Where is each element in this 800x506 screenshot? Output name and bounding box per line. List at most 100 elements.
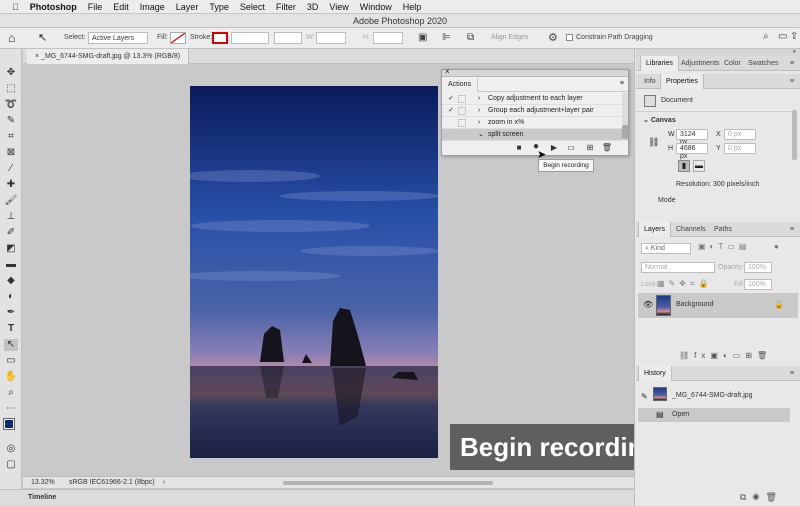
menu-select[interactable]: Select [240, 2, 265, 12]
stroke-type-dropdown[interactable] [274, 32, 302, 44]
search-icon[interactable]: ⌕ [763, 31, 769, 42]
canvas-width-field[interactable]: 3124 px [676, 129, 708, 146]
stop-icon[interactable]: ■ [513, 143, 525, 152]
menu-view[interactable]: View [329, 2, 348, 12]
menu-window[interactable]: Window [360, 2, 392, 12]
gradient-tool-icon[interactable]: ▬ [4, 259, 18, 271]
new-action-icon[interactable]: ⊞ [584, 143, 596, 152]
blend-mode-dropdown[interactable]: Normal [641, 262, 715, 273]
action-row-selected[interactable]: ⌄ split screen [442, 129, 622, 141]
expand-caret-icon[interactable]: › [478, 93, 480, 105]
w-field[interactable] [316, 32, 346, 44]
dialog-toggle-box[interactable] [458, 131, 466, 139]
panel-menu-icon[interactable]: ≡ [790, 222, 794, 237]
trash-icon[interactable]: 🗑 [601, 143, 613, 152]
screen-mode-icon[interactable]: ▢ [4, 459, 18, 471]
lock-icon[interactable]: 🔒 [774, 300, 784, 309]
quick-select-tool-icon[interactable]: ✎ [4, 115, 18, 127]
menu-type[interactable]: Type [209, 2, 229, 12]
path-arrange-icon[interactable]: ⧉ [467, 32, 474, 43]
menu-file[interactable]: File [88, 2, 103, 12]
select-dropdown[interactable]: Active Layers [88, 32, 148, 44]
dialog-toggle-box[interactable] [458, 95, 466, 103]
menu-layer[interactable]: Layer [176, 2, 199, 12]
canvas-x-field[interactable]: 0 px [724, 129, 756, 140]
type-tool-icon[interactable]: T [4, 323, 18, 335]
fill-field[interactable]: 100% [744, 279, 772, 290]
menu-filter[interactable]: Filter [276, 2, 296, 12]
zoom-tool-icon[interactable]: ⌕ [4, 387, 18, 399]
tab-paths[interactable]: Paths [714, 222, 732, 237]
lock-icons[interactable]: ▦✎✥⌗🔒 [657, 279, 712, 289]
panel-menu-icon[interactable]: ≡ [620, 80, 624, 87]
path-select-tool-icon[interactable]: ↖ [4, 339, 18, 351]
panel-menu-icon[interactable]: ≡ [790, 56, 794, 71]
gear-icon[interactable]: ⚙ [548, 31, 558, 44]
align-edges-label[interactable]: Align Edges [491, 34, 528, 41]
document-image[interactable] [190, 86, 438, 458]
expand-caret-icon[interactable]: › [478, 105, 480, 117]
history-brush-icon[interactable]: ✐ [4, 227, 18, 239]
canvas-section[interactable]: ⌄ Canvas [643, 116, 676, 124]
tab-info[interactable]: Info [644, 74, 656, 89]
action-row[interactable]: ✓ › Copy adjustment to each layer [442, 93, 622, 105]
more-tools-icon[interactable]: ⋯ [4, 403, 18, 415]
close-icon[interactable]: × [445, 67, 450, 76]
canvas-height-field[interactable]: 4686 px [676, 143, 708, 160]
play-icon[interactable]: ▶ [548, 143, 560, 152]
layer-filter-icons[interactable]: ▣◐T▭▤ [698, 242, 750, 251]
stroke-width-field[interactable] [231, 32, 269, 44]
shape-tool-icon[interactable]: ▭ [4, 355, 18, 367]
canvas-y-field[interactable]: 0 px [724, 143, 756, 154]
pen-tool-icon[interactable]: ✒ [4, 307, 18, 319]
lasso-tool-icon[interactable]: ➰ [4, 99, 18, 111]
document-tab[interactable]: × _MG_6744-SMG-draft.jpg @ 13.3% (RGB/8) [27, 49, 190, 64]
link-icon[interactable]: ⛓ [648, 137, 659, 148]
stroke-swatch[interactable] [212, 32, 228, 44]
eyedropper-tool-icon[interactable]: ⁄ [4, 163, 18, 175]
tab-libraries[interactable]: Libraries [640, 56, 679, 71]
history-step-open[interactable]: ▤ Open [638, 408, 790, 422]
share-icon[interactable]: ⇪ [790, 31, 798, 42]
tab-swatches[interactable]: Swatches [748, 56, 778, 71]
tab-channels[interactable]: Channels [676, 222, 706, 237]
menu-help[interactable]: Help [403, 2, 422, 12]
action-row[interactable]: › zoom in x% [442, 117, 622, 129]
menu-3d[interactable]: 3D [307, 2, 319, 12]
layer-row-background[interactable]: 👁 Background 🔒 [638, 293, 798, 318]
action-row[interactable]: ✓ › Group each adjustment+layer pair [442, 105, 622, 117]
tab-properties[interactable]: Properties [660, 74, 704, 89]
healing-tool-icon[interactable]: ✚ [4, 179, 18, 191]
timeline-tab[interactable]: Timeline [28, 490, 56, 506]
tab-history[interactable]: History [638, 366, 672, 381]
eraser-tool-icon[interactable]: ◩ [4, 243, 18, 255]
opacity-field[interactable]: 100% [744, 262, 772, 273]
tab-adjustments[interactable]: Adjustments [681, 56, 720, 71]
panel-menu-icon[interactable]: ≡ [790, 74, 794, 89]
snapshot-name[interactable]: _MG_6744-SMG-draft.jpg [672, 392, 753, 399]
brush-tool-icon[interactable]: 🖌 [4, 195, 18, 207]
stamp-tool-icon[interactable]: ⊥ [4, 211, 18, 223]
blur-tool-icon[interactable]: ◆ [4, 275, 18, 287]
history-brush-source-icon[interactable]: ✎ [641, 392, 648, 401]
tab-color[interactable]: Color [724, 56, 741, 71]
menu-edit[interactable]: Edit [113, 2, 129, 12]
actions-panel-header[interactable]: × [442, 67, 628, 77]
move-tool-icon[interactable]: ✥ [4, 67, 18, 79]
constrain-checkbox[interactable] [566, 34, 573, 41]
portrait-orientation-icon[interactable]: ▮ [678, 160, 690, 172]
menu-image[interactable]: Image [140, 2, 165, 12]
layer-name[interactable]: Background [676, 301, 713, 308]
properties-scrollbar[interactable] [792, 110, 797, 160]
actions-tab[interactable]: Actions [442, 78, 478, 92]
history-footer-icons[interactable]: ⧉◉🗑 [740, 492, 783, 503]
landscape-orientation-icon[interactable]: ▬ [693, 160, 705, 172]
expand-caret-icon[interactable]: ⌄ [478, 129, 484, 141]
crop-tool-icon[interactable]: ⌗ [4, 131, 18, 143]
status-menu-icon[interactable]: › [163, 477, 165, 489]
tab-layers[interactable]: Layers [638, 222, 672, 237]
fill-swatch[interactable] [170, 32, 186, 44]
expand-caret-icon[interactable]: › [478, 117, 480, 129]
path-align-icon[interactable]: ⊫ [442, 32, 451, 43]
toggle-item-check[interactable]: ✓ [446, 93, 456, 105]
